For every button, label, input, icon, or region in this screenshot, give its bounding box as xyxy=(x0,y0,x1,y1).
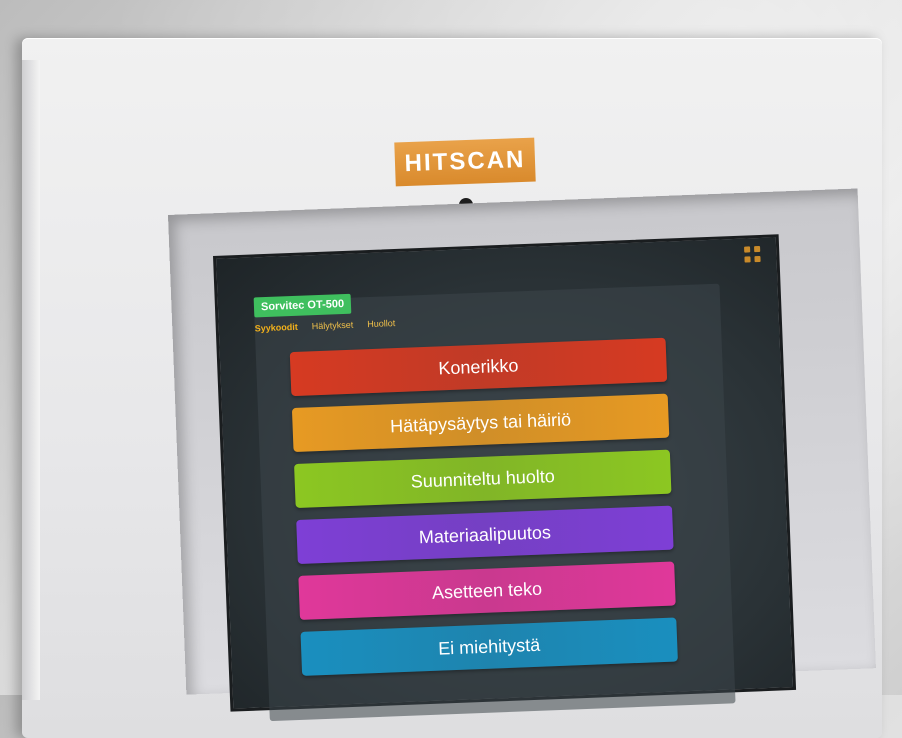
touch-screen: Sorvitec OT-500 Syykoodit Hälytykset Huo… xyxy=(213,234,797,722)
grid-menu-icon[interactable] xyxy=(744,245,761,263)
tab-halytykset[interactable]: Hälytykset xyxy=(312,320,354,332)
tab-syykoodit[interactable]: Syykoodit xyxy=(255,322,298,334)
tab-huollot[interactable]: Huollot xyxy=(367,318,395,329)
kiosk-frame-edge xyxy=(22,60,40,700)
device-badge: Sorvitec OT-500 xyxy=(253,293,352,318)
hitscan-logo: HITSCAN xyxy=(394,137,536,187)
